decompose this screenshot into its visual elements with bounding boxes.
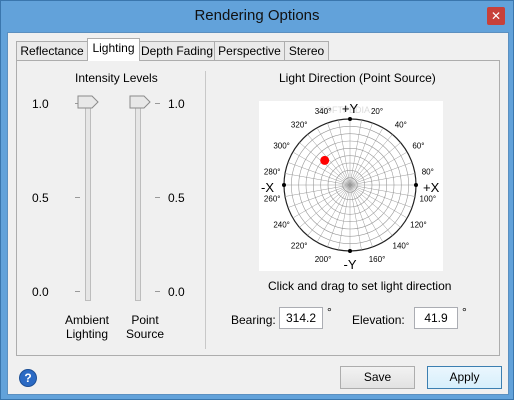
- point-source-slider[interactable]: [135, 103, 141, 301]
- tab-lighting[interactable]: Lighting: [87, 38, 140, 61]
- lighting-panel: Intensity Levels 1.0 0.5 0.0 1.0 0.5 0.0: [16, 60, 500, 356]
- axis-label-plus-y: +Y: [342, 101, 359, 116]
- light-direction-polar-plot[interactable]: SOFTPEDIA 340°320°300°280°260°240°220°20…: [259, 101, 443, 271]
- angle-label: 260°: [264, 195, 281, 204]
- point-source-label: Point Source: [125, 313, 165, 341]
- bearing-field[interactable]: 314.2: [279, 307, 323, 329]
- title-bar[interactable]: Rendering Options ✕: [1, 1, 513, 32]
- level-label-max-right: 1.0: [168, 97, 185, 111]
- intensity-levels-title: Intensity Levels: [75, 71, 158, 85]
- close-icon[interactable]: ✕: [487, 7, 505, 25]
- light-direction-marker[interactable]: [320, 155, 330, 165]
- angle-label: 120°: [410, 221, 427, 230]
- angle-label: 60°: [412, 142, 424, 151]
- level-label-min-left: 0.0: [32, 285, 49, 299]
- level-label-mid-left: 0.5: [32, 191, 49, 205]
- tick-mark: [75, 197, 80, 198]
- angle-label: 40°: [395, 121, 407, 130]
- elevation-field[interactable]: 41.9: [414, 307, 458, 329]
- tab-depth-fading[interactable]: Depth Fading: [139, 41, 215, 60]
- bearing-degree-symbol: °: [327, 305, 332, 319]
- tick-mark: [75, 291, 80, 292]
- rendering-options-window: Rendering Options ✕ Reflectance Lighting…: [0, 0, 514, 400]
- tab-perspective[interactable]: Perspective: [214, 41, 285, 60]
- angle-label: 80°: [422, 167, 434, 176]
- axis-dot: [414, 183, 418, 187]
- axis-dot: [348, 249, 352, 253]
- angle-label: 340°: [315, 107, 332, 116]
- light-direction-title: Light Direction (Point Source): [279, 71, 436, 85]
- drag-instruction: Click and drag to set light direction: [268, 279, 452, 293]
- angle-label: 140°: [393, 242, 410, 251]
- angle-label: 280°: [264, 167, 281, 176]
- angle-label: 320°: [291, 121, 308, 130]
- angle-label: 240°: [273, 221, 290, 230]
- help-icon[interactable]: ?: [19, 369, 37, 387]
- elevation-label: Elevation:: [352, 313, 405, 327]
- level-label-max-left: 1.0: [32, 97, 49, 111]
- angle-label: 20°: [371, 107, 383, 116]
- angle-label: 160°: [369, 255, 386, 264]
- dialog-body: Reflectance Lighting Depth Fading Perspe…: [7, 32, 509, 395]
- window-title: Rendering Options: [194, 7, 320, 24]
- axis-dot: [348, 117, 352, 121]
- point-slider-thumb[interactable]: [129, 95, 151, 109]
- angle-label: 200°: [315, 255, 332, 264]
- axis-label-minus-y: -Y: [344, 257, 357, 271]
- level-label-mid-right: 0.5: [168, 191, 185, 205]
- axis-label-minus-x: -X: [261, 180, 274, 195]
- apply-button[interactable]: Apply: [427, 366, 502, 389]
- tick-mark: [155, 197, 160, 198]
- axis-dot: [282, 183, 286, 187]
- ambient-lighting-label: Ambient Lighting: [64, 313, 110, 341]
- tick-mark: [155, 103, 160, 104]
- section-divider: [205, 71, 206, 349]
- bearing-label: Bearing:: [231, 313, 276, 327]
- level-label-min-right: 0.0: [168, 285, 185, 299]
- angle-label: 100°: [420, 195, 437, 204]
- angle-label: 300°: [273, 142, 290, 151]
- tab-reflectance[interactable]: Reflectance: [16, 41, 88, 60]
- elevation-degree-symbol: °: [462, 305, 467, 319]
- ambient-lighting-slider[interactable]: [85, 103, 91, 301]
- save-button[interactable]: Save: [340, 366, 415, 389]
- tick-mark: [155, 291, 160, 292]
- axis-label-plus-x: +X: [423, 180, 440, 195]
- tab-stereo[interactable]: Stereo: [284, 41, 329, 60]
- ambient-slider-thumb[interactable]: [77, 95, 99, 109]
- angle-label: 220°: [291, 242, 308, 251]
